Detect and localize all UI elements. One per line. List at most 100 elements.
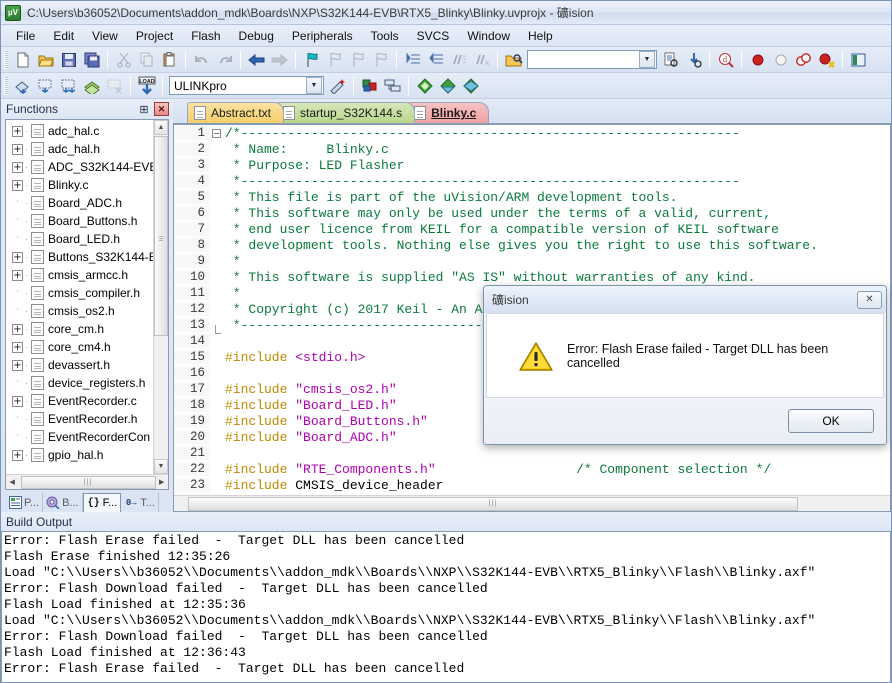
expand-icon[interactable]: + <box>12 450 23 461</box>
editor-tab-startup[interactable]: startup_S32K144.s <box>276 102 415 123</box>
code-line[interactable]: 5 * This file is part of the uVision/ARM… <box>174 189 890 205</box>
tree-scroll-thumb[interactable] <box>154 136 168 336</box>
code-line[interactable]: 23#include CMSIS_device_header <box>174 477 890 493</box>
build-output-text[interactable]: Error: Flash Erase failed - Target DLL h… <box>1 531 891 682</box>
paste-icon[interactable] <box>158 49 181 71</box>
target-options-icon[interactable] <box>326 75 349 97</box>
manage-run-time-env-icon[interactable] <box>436 75 459 97</box>
sidebar-tab-functions[interactable]: {} F... <box>83 493 122 512</box>
tree-item[interactable]: +·adc_hal.c <box>8 122 168 140</box>
fold-toggle-icon[interactable]: − <box>210 129 223 138</box>
menu-item-flash[interactable]: Flash <box>182 27 229 45</box>
expand-icon[interactable]: + <box>12 342 23 353</box>
tree-item[interactable]: ··EventRecorder.h <box>8 410 168 428</box>
insert-breakpoint-icon[interactable] <box>746 49 769 71</box>
code-line[interactable]: 2 * Name: Blinky.c <box>174 141 890 157</box>
tree-item[interactable]: +·Buttons_S32K144-E <box>8 248 168 266</box>
menu-item-debug[interactable]: Debug <box>230 27 283 45</box>
code-line[interactable]: 21 <box>174 445 890 461</box>
code-line[interactable]: 1−/*------------------------------------… <box>174 125 890 141</box>
code-line[interactable]: 6 * This software may only be used under… <box>174 205 890 221</box>
scroll-right-icon[interactable]: ▶ <box>156 476 169 489</box>
undo-icon[interactable] <box>190 49 213 71</box>
tree-vertical-scrollbar[interactable]: ▲ ▼ <box>153 120 168 474</box>
menu-item-svcs[interactable]: SVCS <box>408 27 459 45</box>
editor-horizontal-scrollbar[interactable]: ||| <box>174 495 890 511</box>
chevron-down-icon[interactable]: ▼ <box>306 77 322 94</box>
manage-project-items-icon[interactable] <box>358 75 381 97</box>
functions-tree[interactable]: +·adc_hal.c+·adc_hal.h+·ADC_S32K144-EVB.… <box>6 120 168 474</box>
incremental-find-icon[interactable] <box>682 49 705 71</box>
open-in-editor-icon[interactable] <box>502 49 525 71</box>
expand-icon[interactable]: + <box>12 144 23 155</box>
bookmark-prev-icon[interactable] <box>323 49 346 71</box>
close-icon[interactable]: ✕ <box>154 102 169 116</box>
sidebar-tab-books[interactable]: B... <box>43 493 83 512</box>
bookmark-next-icon[interactable] <box>346 49 369 71</box>
editor-hscroll-thumb[interactable]: ||| <box>188 497 798 511</box>
tree-horizontal-scrollbar[interactable]: ◀ ||| ▶ <box>6 474 168 489</box>
bookmark-toggle-icon[interactable] <box>300 49 323 71</box>
code-line[interactable]: 10 * This software is supplied "AS IS" w… <box>174 269 890 285</box>
find-in-files-icon[interactable] <box>659 49 682 71</box>
stop-build-icon[interactable] <box>103 75 126 97</box>
cut-icon[interactable] <box>112 49 135 71</box>
code-line[interactable]: 7 * end user licence from KEIL for a com… <box>174 221 890 237</box>
tree-item[interactable]: +·devassert.h <box>8 356 168 374</box>
menu-item-view[interactable]: View <box>83 27 127 45</box>
open-file-icon[interactable] <box>34 49 57 71</box>
save-all-icon[interactable] <box>80 49 103 71</box>
menu-item-window[interactable]: Window <box>458 27 519 45</box>
save-icon[interactable] <box>57 49 80 71</box>
editor-tab-blinky[interactable]: Blinky.c <box>407 102 489 123</box>
code-line[interactable]: 4 *-------------------------------------… <box>174 173 890 189</box>
multi-project-icon[interactable] <box>381 75 404 97</box>
bookmark-clear-icon[interactable] <box>369 49 392 71</box>
expand-icon[interactable]: + <box>12 162 23 173</box>
toolbar-grip[interactable] <box>4 77 8 95</box>
scroll-down-icon[interactable]: ▼ <box>154 459 168 474</box>
toolbar-grip[interactable] <box>4 51 8 69</box>
tree-item[interactable]: +·core_cm4.h <box>8 338 168 356</box>
sidebar-tab-templates[interactable]: 0→ T... <box>121 493 159 512</box>
tree-item[interactable]: ··cmsis_compiler.h <box>8 284 168 302</box>
comment-lines-icon[interactable] <box>447 49 470 71</box>
translate-file-icon[interactable] <box>11 75 34 97</box>
tree-item[interactable]: ··Board_LED.h <box>8 230 168 248</box>
pin-icon[interactable]: ⊞ <box>137 102 151 116</box>
redo-icon[interactable] <box>213 49 236 71</box>
dialog-ok-button[interactable]: OK <box>788 409 874 433</box>
tree-hscroll-thumb[interactable]: ||| <box>21 476 156 489</box>
copy-icon[interactable] <box>135 49 158 71</box>
tree-item[interactable]: +·core_cm.h <box>8 320 168 338</box>
target-select-value[interactable]: ULINKpro <box>170 79 305 93</box>
code-line[interactable]: 3 * Purpose: LED Flasher <box>174 157 890 173</box>
menu-item-edit[interactable]: Edit <box>44 27 83 45</box>
disable-breakpoint-icon[interactable] <box>769 49 792 71</box>
new-file-icon[interactable] <box>11 49 34 71</box>
browse-symbol-icon[interactable]: d <box>714 49 737 71</box>
tree-item[interactable]: ··Board_ADC.h <box>8 194 168 212</box>
tree-item[interactable]: ··EventRecorderCon <box>8 428 168 446</box>
rebuild-all-icon[interactable] <box>57 75 80 97</box>
expand-icon[interactable]: + <box>12 126 23 137</box>
outdent-icon[interactable] <box>424 49 447 71</box>
dialog-close-button[interactable]: ✕ <box>857 291 882 309</box>
target-select[interactable]: ULINKpro ▼ <box>169 76 324 95</box>
kill-all-breakpoints-icon[interactable] <box>815 49 838 71</box>
expand-icon[interactable]: + <box>12 270 23 281</box>
batch-build-icon[interactable] <box>80 75 103 97</box>
select-software-packs-icon[interactable] <box>459 75 482 97</box>
tree-item[interactable]: +·Blinky.c <box>8 176 168 194</box>
menu-item-file[interactable]: File <box>7 27 44 45</box>
tree-item[interactable]: +·ADC_S32K144-EVB. <box>8 158 168 176</box>
tree-item[interactable]: ··cmsis_os2.h <box>8 302 168 320</box>
expand-icon[interactable]: + <box>12 324 23 335</box>
tree-item[interactable]: +·cmsis_armcc.h <box>8 266 168 284</box>
tree-item[interactable]: +·adc_hal.h <box>8 140 168 158</box>
code-line[interactable]: 8 * development tools. Nothing else give… <box>174 237 890 253</box>
chevron-down-icon[interactable]: ▼ <box>639 51 655 68</box>
build-target-icon[interactable] <box>34 75 57 97</box>
navigate-back-icon[interactable] <box>245 49 268 71</box>
navigate-forward-icon[interactable] <box>268 49 291 71</box>
